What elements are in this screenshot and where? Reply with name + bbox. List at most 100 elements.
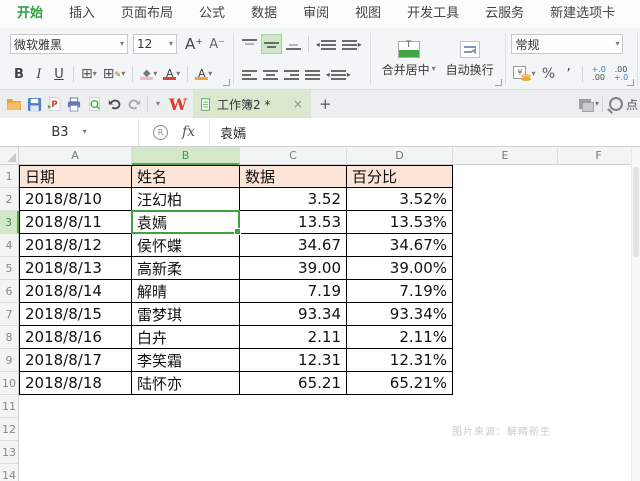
merge-center-button[interactable]: 合并居中▾	[377, 40, 441, 79]
open-file-button[interactable]	[4, 93, 24, 115]
cell-A6[interactable]: 2018/8/14	[19, 280, 132, 303]
cell-D5[interactable]: 39.00%	[347, 257, 453, 280]
cell-D1[interactable]: 百分比	[347, 165, 453, 188]
row-header-8[interactable]: 8	[0, 326, 19, 349]
cell-C8[interactable]: 2.11	[240, 326, 347, 349]
cell-A1[interactable]: 日期	[19, 165, 132, 188]
cell-B7[interactable]: 雷梦琪	[132, 303, 240, 326]
cell-D9[interactable]: 12.31%	[347, 349, 453, 372]
save-button[interactable]	[24, 93, 44, 115]
cell-D6[interactable]: 7.19%	[347, 280, 453, 303]
align-middle-button[interactable]	[260, 34, 282, 54]
select-all-corner[interactable]	[0, 147, 19, 165]
cell-C6[interactable]: 7.19	[240, 280, 347, 303]
cell-B6[interactable]: 解晴	[132, 280, 240, 303]
justify-button[interactable]	[303, 64, 322, 84]
column-header-C[interactable]: C	[240, 147, 347, 165]
menu-tab-新建选项卡[interactable]: 新建选项卡	[537, 0, 628, 28]
row-header-4[interactable]: 4	[0, 234, 19, 257]
column-header-E[interactable]: E	[453, 147, 558, 165]
redo-button[interactable]	[124, 93, 144, 115]
number-format-select[interactable]: 常规 ▾	[511, 34, 624, 54]
cell-D4[interactable]: 34.67%	[347, 234, 453, 257]
borders-button[interactable]: ⊞ ▾	[79, 64, 99, 84]
align-right-button[interactable]	[282, 64, 301, 84]
align-center-button[interactable]	[261, 64, 280, 84]
cell-B2[interactable]: 汪幻柏	[132, 188, 240, 211]
row-header-6[interactable]: 6	[0, 280, 19, 303]
menu-tab-开始[interactable]: 开始	[4, 0, 56, 28]
cell-A4[interactable]: 2018/8/12	[19, 234, 132, 257]
grow-font-button[interactable]: A⁺	[183, 34, 205, 54]
chevron-down-icon[interactable]: ▾	[595, 100, 599, 108]
cell-C10[interactable]: 65.21	[240, 372, 347, 395]
menu-tab-公式[interactable]: 公式	[186, 0, 238, 28]
cell-B4[interactable]: 侯怀蝶	[132, 234, 240, 257]
row-header-13[interactable]: 13	[0, 441, 19, 464]
search-button[interactable]	[606, 93, 626, 115]
cell-B8[interactable]: 白卉	[132, 326, 240, 349]
row-header-12[interactable]: 12	[0, 418, 19, 441]
cell-A7[interactable]: 2018/8/15	[19, 303, 132, 326]
cell-A8[interactable]: 2018/8/16	[19, 326, 132, 349]
row-header-11[interactable]: 11	[0, 395, 19, 418]
cell-D2[interactable]: 3.52%	[347, 188, 453, 211]
wrap-text-button[interactable]: 自动换行	[441, 40, 499, 79]
cell-C2[interactable]: 3.52	[240, 188, 347, 211]
cell-A9[interactable]: 2018/8/17	[19, 349, 132, 372]
increase-indent-button[interactable]: ▸	[340, 34, 364, 54]
cell-D7[interactable]: 93.34%	[347, 303, 453, 326]
menu-tab-云服务[interactable]: 云服务	[472, 0, 537, 28]
increase-decimal-button[interactable]: +.0.00	[588, 66, 608, 82]
cell-C4[interactable]: 34.67	[240, 234, 347, 257]
row-header-3[interactable]: 3	[0, 211, 19, 234]
column-header-F[interactable]: F	[558, 147, 640, 165]
cell-B1[interactable]: 姓名	[132, 165, 240, 188]
close-tab-icon[interactable]: ×	[293, 97, 303, 111]
formula-input[interactable]: 袁嫣	[210, 123, 246, 142]
italic-button[interactable]: I	[30, 64, 48, 84]
menu-tab-数据[interactable]: 数据	[238, 0, 290, 28]
row-header-7[interactable]: 7	[0, 303, 19, 326]
align-left-button[interactable]	[240, 64, 259, 84]
font-dialog-launcher-icon[interactable]	[222, 79, 230, 86]
row-header-1[interactable]: 1	[0, 165, 19, 188]
row-header-9[interactable]: 9	[0, 349, 19, 372]
font-size-select[interactable]: 12 ▾	[133, 34, 177, 54]
row-header-10[interactable]: 10	[0, 372, 19, 395]
shrink-font-button[interactable]: A⁻	[207, 34, 227, 54]
align-bottom-button[interactable]	[284, 34, 303, 54]
menu-tab-页面布局[interactable]: 页面布局	[108, 0, 186, 28]
name-box[interactable]: B3 ▾	[0, 118, 139, 146]
cell-A2[interactable]: 2018/8/10	[19, 188, 132, 211]
decrease-indent-button[interactable]: ◂	[314, 34, 338, 54]
cell-C3[interactable]: 13.53	[240, 211, 347, 234]
menu-tab-审阅[interactable]: 审阅	[290, 0, 342, 28]
menu-tab-视图[interactable]: 视图	[342, 0, 394, 28]
percent-button[interactable]: %	[539, 64, 557, 84]
scrollbar-thumb[interactable]	[633, 167, 639, 257]
cell-D10[interactable]: 65.21%	[347, 372, 453, 395]
cell-B3[interactable]: 袁嫣	[132, 211, 240, 234]
menu-tab-插入[interactable]: 插入	[56, 0, 108, 28]
column-header-D[interactable]: D	[347, 147, 453, 165]
cell-B9[interactable]: 李笑霜	[132, 349, 240, 372]
draw-border-button[interactable]: ⊞ ✎ ▾	[101, 64, 127, 84]
wps-logo[interactable]: W	[165, 95, 193, 114]
print-button[interactable]	[64, 93, 84, 115]
font-name-select[interactable]: 微软雅黑 ▾	[10, 34, 128, 54]
comma-style-button[interactable]: ’	[559, 64, 577, 84]
cell-A5[interactable]: 2018/8/13	[19, 257, 132, 280]
cell-B10[interactable]: 陆怀亦	[132, 372, 240, 395]
cell-B5[interactable]: 高新柔	[132, 257, 240, 280]
cell-D8[interactable]: 2.11%	[347, 326, 453, 349]
print-preview-button[interactable]	[84, 93, 104, 115]
highlight-button[interactable]: A ▾	[193, 64, 214, 84]
row-header-5[interactable]: 5	[0, 257, 19, 280]
cell-A10[interactable]: 2018/8/18	[19, 372, 132, 395]
cell-A3[interactable]: 2018/8/11	[19, 211, 132, 234]
export-pdf-button[interactable]: P	[44, 93, 64, 115]
cell-D3[interactable]: 13.53%	[347, 211, 453, 234]
cell-C7[interactable]: 93.34	[240, 303, 347, 326]
column-header-A[interactable]: A	[19, 147, 132, 165]
